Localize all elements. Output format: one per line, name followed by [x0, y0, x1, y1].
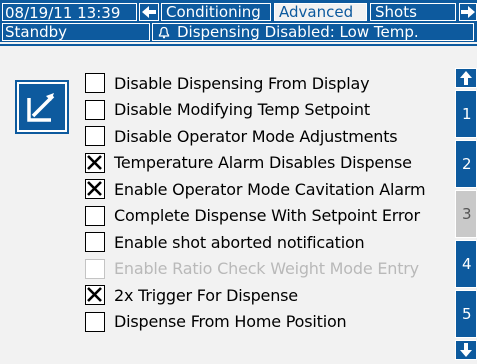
option-label: Disable Operator Mode Adjustments	[114, 126, 398, 146]
back-button[interactable]	[139, 3, 159, 21]
scroll-up-button[interactable]	[455, 68, 477, 88]
status-bar: Standby Dispensing Disabled: Low Temp.	[0, 22, 477, 42]
option-checkbox[interactable]	[85, 311, 105, 332]
status-message[interactable]: Dispensing Disabled: Low Temp.	[152, 23, 474, 41]
page-button-2[interactable]: 2	[455, 140, 477, 188]
option-label: Enable Operator Mode Cavitation Alarm	[114, 179, 426, 199]
page-button-4[interactable]: 4	[455, 240, 477, 288]
option-row[interactable]: Disable Modifying Temp Setpoint	[85, 98, 370, 122]
option-row[interactable]: Dispense From Home Position	[85, 310, 347, 334]
option-checkbox[interactable]	[85, 205, 105, 226]
option-row[interactable]: 2x Trigger For Dispense	[85, 283, 298, 307]
down-arrow-icon	[460, 343, 472, 357]
option-row[interactable]: Enable shot aborted notification	[85, 230, 365, 254]
page-sidebar: 1 2 3 4 5	[455, 68, 477, 364]
option-label: Enable Ratio Check Weight Mode Entry	[114, 259, 419, 278]
option-checkbox[interactable]	[85, 285, 105, 305]
option-label: Disable Modifying Temp Setpoint	[114, 100, 370, 119]
option-label: Temperature Alarm Disables Dispense	[114, 153, 412, 172]
option-row[interactable]: Temperature Alarm Disables Dispense	[85, 151, 412, 175]
option-checkbox	[85, 258, 105, 279]
left-arrow-icon	[142, 6, 156, 18]
option-checkbox[interactable]	[85, 99, 105, 120]
right-arrow-icon	[461, 6, 475, 18]
option-checkbox[interactable]	[85, 126, 105, 146]
option-row[interactable]: Disable Operator Mode Adjustments	[85, 124, 398, 148]
date-time: 08/19/11 13:39	[2, 3, 137, 22]
edit-icon	[27, 93, 55, 122]
tab-advanced[interactable]: Advanced	[274, 3, 367, 21]
option-label: Dispense From Home Position	[114, 312, 347, 331]
page-button-1[interactable]: 1	[455, 90, 477, 138]
tab-conditioning[interactable]: Conditioning	[161, 3, 271, 21]
top-bar: 08/19/11 13:39 Conditioning Advanced Sho…	[0, 0, 477, 22]
option-label: Disable Dispensing From Display	[114, 73, 370, 93]
option-label: 2x Trigger For Dispense	[114, 285, 298, 305]
up-arrow-icon	[460, 71, 472, 85]
checkmark-x-icon	[87, 154, 102, 170]
tab-shots[interactable]: Shots	[370, 3, 456, 21]
option-checkbox[interactable]	[85, 232, 105, 252]
divider	[0, 44, 477, 46]
option-row: Enable Ratio Check Weight Mode Entry	[85, 257, 419, 281]
option-label: Enable shot aborted notification	[114, 232, 365, 252]
option-label: Complete Dispense With Setpoint Error	[114, 206, 420, 225]
page-button-5[interactable]: 5	[455, 290, 477, 338]
option-checkbox[interactable]	[85, 152, 105, 173]
system-mode: Standby	[2, 23, 150, 41]
option-row[interactable]: Enable Operator Mode Cavitation Alarm	[85, 177, 426, 201]
status-message-text: Dispensing Disabled: Low Temp.	[177, 23, 419, 41]
checkmark-x-icon	[87, 181, 102, 196]
edit-button[interactable]	[15, 80, 69, 134]
checkmark-x-icon	[87, 287, 102, 302]
option-checkbox[interactable]	[85, 73, 105, 93]
bell-icon	[158, 26, 170, 39]
forward-button[interactable]	[459, 3, 477, 21]
page-button-3[interactable]: 3	[455, 190, 477, 238]
option-checkbox[interactable]	[85, 179, 105, 199]
scroll-down-button[interactable]	[455, 340, 477, 360]
option-row[interactable]: Complete Dispense With Setpoint Error	[85, 204, 420, 228]
option-row[interactable]: Disable Dispensing From Display	[85, 71, 370, 95]
